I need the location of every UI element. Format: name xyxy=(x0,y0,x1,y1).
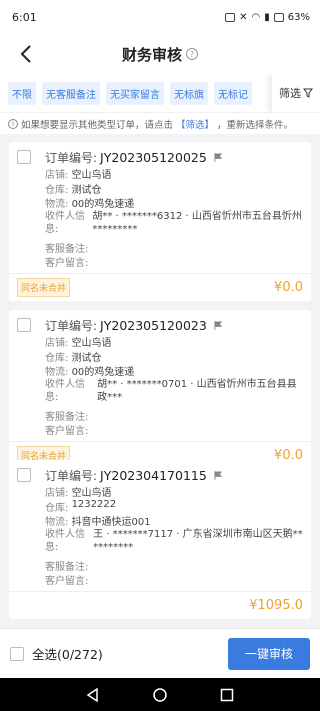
filter-bar: 不限 无客服备注 无买家留言 无标旗 无标记 筛选 xyxy=(0,74,320,112)
bottom-action-bar: 全选(0/272) 一键审核 xyxy=(0,628,320,678)
cs-note-label: 客服备注: xyxy=(45,243,89,255)
filter-chip-no-cs-note[interactable]: 无客服备注 xyxy=(42,81,100,105)
flag-icon[interactable] xyxy=(214,152,223,162)
system-navigation-bar xyxy=(0,678,320,711)
flag-icon[interactable] xyxy=(214,470,223,480)
funnel-icon xyxy=(303,88,313,98)
filter-chip-no-buyer-message[interactable]: 无买家留言 xyxy=(106,81,164,105)
warehouse-value: 测试仓 xyxy=(71,352,102,364)
back-arrow-icon xyxy=(20,45,31,63)
battery-icon xyxy=(273,12,284,22)
order-number: JY202305120023 xyxy=(100,317,207,333)
filter-hint: i 如果想要显示其他类型订单，请点击 【筛选】 ，重新选择条件。 xyxy=(0,112,320,134)
back-button[interactable] xyxy=(12,40,40,68)
receiver-value: 胡** · *******0701 · 山西省忻州市五台县县政*** xyxy=(97,378,297,403)
receiver-label: 收件人信息: xyxy=(45,528,85,553)
cs-note-label: 客服备注: xyxy=(45,561,89,573)
order-checkbox[interactable] xyxy=(17,150,31,164)
warehouse-value: 测试仓 xyxy=(71,184,102,196)
shop-value: 空山鸟语 xyxy=(71,488,112,499)
battery-level: 63% xyxy=(287,11,310,23)
recents-square-icon[interactable] xyxy=(220,688,234,702)
order-checkbox[interactable] xyxy=(17,468,31,482)
logistics-value: 抖音中通快运001 xyxy=(71,517,151,528)
filter-chip-no-mark[interactable]: 无标记 xyxy=(214,81,252,105)
cs-note-label: 客服备注: xyxy=(45,411,89,423)
status-icons: ✕ ◠ ▮ 63% xyxy=(225,12,310,23)
order-card[interactable]: 订单编号: JY202305120023 店铺: 空山鸟语 仓库: 测试仓 物流… xyxy=(9,310,311,469)
warehouse-label: 仓库: xyxy=(45,352,69,364)
buyer-message-label: 客户留言: xyxy=(45,576,89,587)
navigation-bar: 财务审核 ? xyxy=(0,34,320,74)
warehouse-value: 1232222 xyxy=(71,498,117,510)
logistics-label: 物流: xyxy=(45,199,69,210)
page-title: 财务审核 ? xyxy=(122,44,198,65)
info-icon: i xyxy=(8,118,18,129)
shop-value: 空山鸟语 xyxy=(71,338,112,349)
select-all-toggle[interactable]: 全选(0/272) xyxy=(10,644,103,663)
warehouse-label: 仓库: xyxy=(45,184,69,196)
approve-all-button[interactable]: 一键审核 xyxy=(228,637,310,670)
order-number-label: 订单编号: xyxy=(45,318,98,333)
page-title-text: 财务审核 xyxy=(121,45,182,64)
select-all-checkbox[interactable] xyxy=(10,646,24,661)
flag-icon[interactable] xyxy=(214,320,223,330)
filter-button-label: 筛选 xyxy=(279,87,301,100)
shop-value: 空山鸟语 xyxy=(71,170,112,181)
shop-label: 店铺: xyxy=(45,170,69,181)
mute-icon: ✕ xyxy=(239,11,248,23)
receiver-value: 胡** · *******6312 · 山西省忻州市五台县忻州********* xyxy=(92,210,302,235)
receiver-label: 收件人信息: xyxy=(45,378,85,403)
warehouse-label: 仓库: xyxy=(45,502,69,514)
hint-filter-link[interactable]: 【筛选】 xyxy=(176,117,214,131)
receiver-label: 收件人信息: xyxy=(45,210,85,235)
logistics-label: 物流: xyxy=(45,367,69,378)
buyer-message-label: 客户留言: xyxy=(45,426,89,437)
buyer-message-label: 客户留言: xyxy=(45,258,89,269)
order-number-line: 订单编号: JY202305120025 xyxy=(45,148,303,166)
filter-chip-all[interactable]: 不限 xyxy=(8,81,36,105)
order-number: JY202304170115 xyxy=(100,467,207,483)
filter-button[interactable]: 筛选 xyxy=(272,74,320,112)
signal-icon: ▮ xyxy=(264,11,270,23)
logistics-value: 00的鸡兔速递 xyxy=(71,199,135,210)
shop-label: 店铺: xyxy=(45,488,69,499)
order-card[interactable]: 订单编号: JY202305120025 店铺: 空山鸟语 仓库: 测试仓 物流… xyxy=(9,142,311,301)
order-number-line: 订单编号: JY202304170115 xyxy=(45,466,303,484)
filter-chips: 不限 无客服备注 无买家留言 无标旗 无标记 xyxy=(8,81,252,105)
order-number-label: 订单编号: xyxy=(45,468,98,483)
order-card[interactable]: 订单编号: JY202304170115 店铺: 空山鸟语 仓库: 123222… xyxy=(9,460,311,619)
receiver-value: 王 · *******7117 · 广东省深圳市南山区天鹅********** xyxy=(93,528,303,553)
hint-text-after: ，重新选择条件。 xyxy=(217,119,294,131)
status-time: 6:01 xyxy=(12,10,37,24)
order-number-label: 订单编号: xyxy=(45,150,98,165)
order-number: JY202305120025 xyxy=(100,149,207,165)
shop-label: 店铺: xyxy=(45,338,69,349)
help-icon[interactable]: ? xyxy=(186,48,198,60)
filter-chip-no-flag[interactable]: 无标旗 xyxy=(170,81,208,105)
status-badge: 同名未合并 xyxy=(17,277,71,297)
status-bar: 6:01 ✕ ◠ ▮ 63% xyxy=(0,0,320,34)
notification-icon xyxy=(225,12,236,22)
logistics-value: 00的鸡兔速递 xyxy=(71,367,135,378)
order-number-line: 订单编号: JY202305120023 xyxy=(45,316,303,334)
back-triangle-icon[interactable] xyxy=(86,687,100,702)
hint-text-before: 如果想要显示其他类型订单，请点击 xyxy=(21,119,174,131)
order-amount: ¥0.0 xyxy=(274,279,303,295)
order-amount: ¥1095.0 xyxy=(249,597,303,613)
logistics-label: 物流: xyxy=(45,517,69,528)
wifi-icon: ◠ xyxy=(251,11,261,23)
home-circle-icon[interactable] xyxy=(153,687,167,702)
select-all-label: 全选(0/272) xyxy=(32,647,103,662)
order-checkbox[interactable] xyxy=(17,318,31,332)
